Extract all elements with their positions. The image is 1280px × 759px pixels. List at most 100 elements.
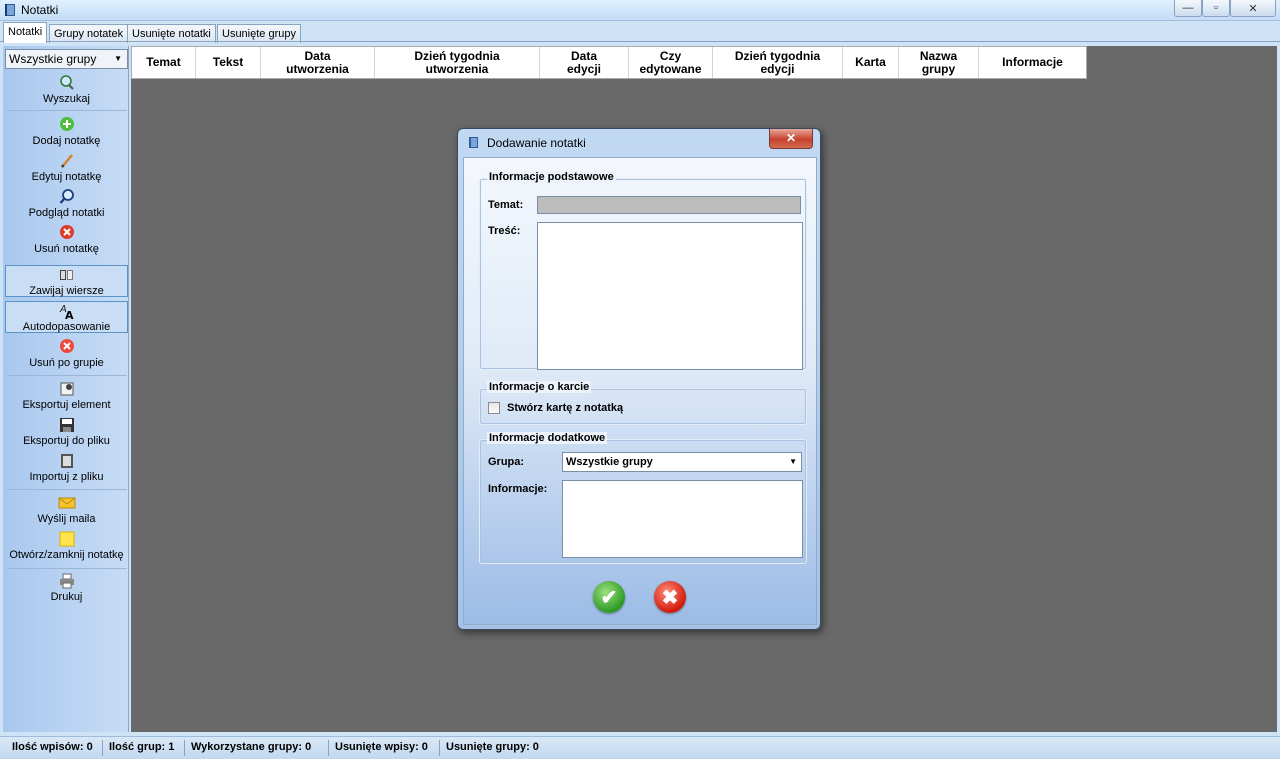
column-caption: Karta <box>855 55 886 69</box>
status-groups-count: Ilość grup: 1 <box>109 741 175 753</box>
dropdown-arrow-icon: ▼ <box>789 457 797 466</box>
send-mail-button[interactable]: Wyślij maila <box>5 494 128 526</box>
dropdown-arrow-icon: ▼ <box>114 54 122 63</box>
group-filter-select[interactable]: Wszystkie grupy ▼ <box>5 49 128 69</box>
search-button[interactable]: Wyszukaj <box>5 74 128 106</box>
import-icon <box>60 454 73 468</box>
column-caption: Tekst <box>212 55 244 69</box>
maximize-button[interactable]: ▫ <box>1202 0 1230 17</box>
print-button[interactable]: Drukuj <box>5 572 128 604</box>
svg-text:A: A <box>65 309 74 320</box>
group-label: Grupa: <box>488 456 525 468</box>
minimize-button[interactable]: — <box>1174 0 1202 17</box>
export-to-file-button[interactable]: Eksportuj do pliku <box>5 416 128 448</box>
sidebar-item-label: Usuń po grupie <box>29 357 104 369</box>
mail-icon <box>58 497 75 509</box>
extra-info-legend: Informacje dodatkowe <box>487 432 608 444</box>
basic-info-group: Informacje podstawowe Temat: Treść: <box>479 171 807 370</box>
sidebar-item-label: Usuń notatkę <box>34 243 99 255</box>
column-header-czy-edytowane[interactable]: Czy edytowane <box>629 47 713 78</box>
cancel-button[interactable]: ✖ <box>654 581 686 613</box>
minimize-icon: — <box>1182 2 1194 14</box>
close-icon: ✕ <box>785 131 797 145</box>
sidebar-item-label: Wyślij maila <box>37 513 96 525</box>
group-select[interactable]: Wszystkie grupy ▼ <box>562 452 802 472</box>
tab-notatki[interactable]: Notatki <box>3 22 48 43</box>
grid-header: Temat Tekst Data utworzenia Dzień tygodn… <box>131 46 1087 79</box>
notebook-icon <box>5 4 15 16</box>
sidebar-item-label: Dodaj notatkę <box>32 135 101 147</box>
column-header-temat[interactable]: Temat <box>132 47 196 78</box>
dialog-close-button[interactable]: ✕ <box>769 129 813 149</box>
open-close-note-button[interactable]: Otwórz/zamknij notatkę <box>5 530 128 562</box>
window-titlebar: Notatki — ▫ ✕ <box>0 0 1280 21</box>
edit-note-button[interactable]: Edytuj notatkę <box>5 152 128 184</box>
confirm-button[interactable]: ✔ <box>593 581 625 613</box>
delete-note-button[interactable]: Usuń notatkę <box>5 224 128 256</box>
create-card-label: Stwórz kartę z notatką <box>507 402 624 414</box>
sidebar-item-label: Drukuj <box>50 591 83 603</box>
column-header-data-edycji[interactable]: Data edycji <box>540 47 629 78</box>
sidebar: Wszystkie grupy ▼ Wyszukaj Dodaj notatkę… <box>3 46 129 732</box>
autofit-toggle[interactable]: A A Autodopasowanie <box>5 301 128 333</box>
topic-input[interactable] <box>537 196 801 214</box>
sidebar-item-label: Edytuj notatkę <box>31 171 102 183</box>
wrap-icon <box>59 270 73 280</box>
add-icon <box>59 117 74 131</box>
check-icon: ✔ <box>600 586 618 609</box>
column-caption: Czy edytowane <box>639 48 702 76</box>
export-element-button[interactable]: Eksportuj element <box>5 380 128 412</box>
status-entries-count: Ilość wpisów: 0 <box>12 741 93 753</box>
restore-icon: ▫ <box>1214 2 1218 14</box>
create-card-checkbox[interactable] <box>488 402 500 414</box>
dialog-body: Informacje podstawowe Temat: Treść: Info… <box>463 157 817 625</box>
autofit-icon: A A <box>59 304 74 320</box>
column-header-tekst[interactable]: Tekst <box>196 47 261 78</box>
export-element-icon <box>60 382 73 396</box>
column-header-informacje[interactable]: Informacje <box>979 47 1086 78</box>
tab-label: Usunięte notatki <box>132 28 211 40</box>
wrap-lines-toggle[interactable]: Zawijaj wiersze <box>5 265 128 297</box>
column-caption: Dzień tygodnia edycji <box>734 48 821 76</box>
basic-info-legend: Informacje podstawowe <box>487 171 616 183</box>
printer-icon <box>59 573 74 589</box>
delete-group-icon <box>59 339 74 353</box>
preview-note-button[interactable]: Podgląd notatki <box>5 188 128 220</box>
column-caption: Dzień tygodnia utworzenia <box>414 48 500 76</box>
column-caption: Data edycji <box>566 48 602 76</box>
status-divider <box>439 740 440 756</box>
import-from-file-button[interactable]: Importuj z pliku <box>5 452 128 484</box>
sidebar-item-label: Wyszukaj <box>43 93 90 105</box>
save-disk-icon <box>59 418 74 432</box>
content-textarea[interactable] <box>537 222 803 370</box>
sidebar-divider <box>7 568 127 569</box>
topic-label: Temat: <box>488 199 524 211</box>
sidebar-divider <box>7 375 127 376</box>
sidebar-divider <box>7 489 127 490</box>
info-textarea[interactable] <box>562 480 803 558</box>
column-caption: Data utworzenia <box>286 48 349 76</box>
column-header-data-utworzenia[interactable]: Data utworzenia <box>261 47 375 78</box>
close-window-button[interactable]: ✕ <box>1230 0 1276 17</box>
notebook-icon <box>469 137 478 148</box>
column-header-karta[interactable]: Karta <box>843 47 899 78</box>
column-header-dzien-utworzenia[interactable]: Dzień tygodnia utworzenia <box>375 47 540 78</box>
status-divider <box>184 740 185 756</box>
close-icon: ✕ <box>1248 2 1258 15</box>
status-divider <box>102 740 103 756</box>
tab-label: Notatki <box>8 26 43 38</box>
add-note-dialog: Dodawanie notatki ✕ Informacje podstawow… <box>457 128 821 630</box>
info-label: Informacje: <box>488 483 548 495</box>
add-note-button[interactable]: Dodaj notatkę <box>5 116 128 148</box>
sidebar-item-label: Otwórz/zamknij notatkę <box>9 549 124 561</box>
column-header-dzien-edycji[interactable]: Dzień tygodnia edycji <box>713 47 843 78</box>
magnifier-icon <box>59 189 74 204</box>
delete-by-group-button[interactable]: Usuń po grupie <box>5 338 128 370</box>
sidebar-item-label: Autodopasowanie <box>22 321 111 333</box>
card-info-legend: Informacje o karcie <box>487 381 592 393</box>
card-info-group: Informacje o karcie Stwórz kartę z notat… <box>479 381 807 425</box>
tab-label: Grupy notatek <box>54 28 124 40</box>
tab-divider <box>0 41 1280 42</box>
column-header-nazwa-grupy[interactable]: Nazwa grupy <box>899 47 979 78</box>
sidebar-item-label: Eksportuj element <box>22 399 111 411</box>
